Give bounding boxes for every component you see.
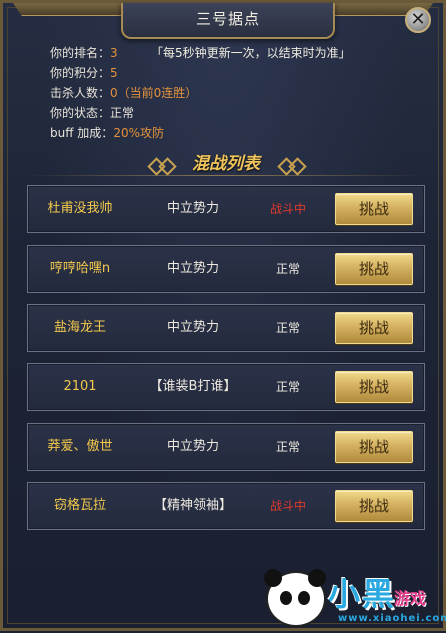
player-status: 战斗中 xyxy=(269,499,306,513)
watermark-text: 小黑 xyxy=(328,575,397,613)
buff-value: 20%攻防 xyxy=(113,126,164,140)
player-status: 战斗中 xyxy=(269,202,306,216)
player-faction: 【精神领袖】 xyxy=(153,498,232,513)
player-row: 盐海龙王 中立势力 正常 挑战 xyxy=(27,304,425,352)
challenge-button[interactable]: 挑战 xyxy=(335,490,413,522)
buff-label: buff 加成： xyxy=(50,126,114,140)
player-row: 2101 【谁装B打谁】 正常 挑战 xyxy=(27,363,425,411)
player-name: 杜甫没我帅 xyxy=(47,201,113,216)
player-row: 杜甫没我帅 中立势力 战斗中 挑战 xyxy=(27,185,425,233)
list-title: 混战列表 xyxy=(192,154,260,174)
status-row: 你的状态：正常 xyxy=(50,103,197,123)
challenge-button[interactable]: 挑战 xyxy=(335,312,413,344)
player-name: 哼哼哈嘿n xyxy=(49,261,111,276)
player-status: 正常 xyxy=(275,380,300,394)
player-status: 正常 xyxy=(275,321,300,335)
player-name: 盐海龙王 xyxy=(53,320,106,335)
window-title: 三号据点 xyxy=(121,3,335,39)
rank-label: 你的排名： xyxy=(50,46,111,60)
player-faction: 中立势力 xyxy=(166,201,219,216)
player-status: 正常 xyxy=(275,262,300,276)
score-row: 你的积分：5 xyxy=(50,63,197,83)
close-button[interactable]: ✕ xyxy=(405,7,431,33)
rank-value: 3 xyxy=(110,46,118,60)
challenge-button[interactable]: 挑战 xyxy=(335,193,413,225)
challenge-button[interactable]: 挑战 xyxy=(335,371,413,403)
status-value: 正常 xyxy=(110,106,135,120)
player-faction: 中立势力 xyxy=(166,320,219,335)
ornament-right-icon xyxy=(274,159,308,171)
player-row: 莽爱、傲世 中立势力 正常 挑战 xyxy=(27,423,425,471)
stronghold-panel: 三号据点 ✕ 你的排名：3 你的积分：5 击杀人数：0（当前0连胜） 你的状态：… xyxy=(0,0,446,631)
buff-row: buff 加成：20%攻防 xyxy=(50,123,197,143)
list-header: 混战列表 xyxy=(3,151,446,177)
player-name: 窃格瓦拉 xyxy=(53,498,106,513)
kills-row: 击杀人数：0（当前0连胜） xyxy=(50,83,197,103)
score-value: 5 xyxy=(110,66,118,80)
watermark-subtext: 游戏 xyxy=(394,589,427,608)
kills-value: 0（当前0连胜） xyxy=(110,86,198,100)
challenge-button[interactable]: 挑战 xyxy=(335,431,413,463)
player-name: 莽爱、傲世 xyxy=(47,439,113,454)
panda-icon xyxy=(264,569,326,627)
title-ornament-left xyxy=(13,3,123,16)
refresh-notice: 「每5秒钟更新一次，以结束时为准」 xyxy=(151,46,351,60)
player-row: 哼哼哈嘿n 中立势力 正常 挑战 xyxy=(27,245,425,293)
kills-label: 击杀人数： xyxy=(50,86,111,100)
player-status: 正常 xyxy=(275,440,300,454)
player-name: 2101 xyxy=(63,379,97,394)
divider xyxy=(25,175,425,176)
player-faction: 中立势力 xyxy=(166,261,219,276)
watermark-logo: 小黑 游戏 www.xiaohei.com xyxy=(258,563,446,633)
player-faction: 【谁装B打谁】 xyxy=(149,379,237,394)
ornament-left-icon xyxy=(144,159,178,171)
player-faction: 中立势力 xyxy=(166,439,219,454)
player-row: 窃格瓦拉 【精神领袖】 战斗中 挑战 xyxy=(27,482,425,530)
watermark-url: www.xiaohei.com xyxy=(338,613,446,624)
status-label: 你的状态： xyxy=(50,106,111,120)
challenge-button[interactable]: 挑战 xyxy=(335,253,413,285)
score-label: 你的积分： xyxy=(50,66,111,80)
